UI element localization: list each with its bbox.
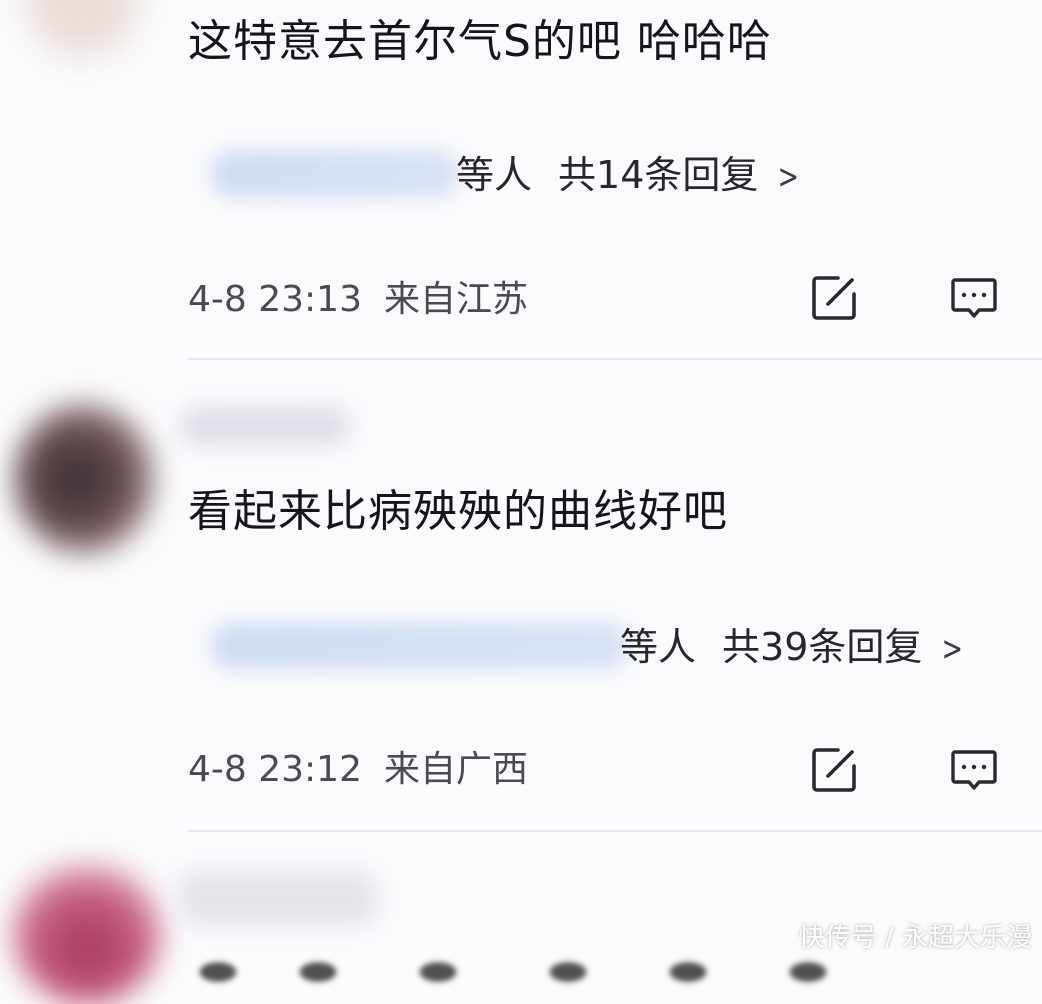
comment-text-cropped [188,942,848,982]
comment-meta: 4-8 23:13 来自江苏 [188,278,528,322]
edit-button[interactable] [808,272,860,324]
location: 来自广西 [384,749,529,790]
comment-button[interactable] [948,744,1000,796]
reply-suffix-label: 等人 [456,153,533,197]
reply-summary-text: 等人 共14条回复 > [456,152,803,200]
chevron-right-icon: > [777,157,800,197]
comment-icon [951,278,997,318]
edit-icon [812,276,856,320]
reply-summary[interactable]: 等人 共39条回复 > [200,618,1030,678]
comment-meta: 4-8 23:12 来自广西 [188,748,528,792]
edit-button[interactable] [808,744,860,796]
blurred-replier-names [210,150,460,198]
timestamp: 4-8 23:13 [188,279,362,320]
location: 来自江苏 [384,279,529,320]
reply-count: 共14条回复 [558,153,759,197]
comment-text: 这特意去首尔气S的吧 哈哈哈 [188,16,772,67]
comment-text: 看起来比病殃殃的曲线好吧 [188,486,728,537]
comment-item: 这特意去首尔气S的吧 哈哈哈 等人 共14条回复 > 4-8 23:13 来自江苏 [0,0,1042,360]
divider [188,830,1042,832]
blurred-username[interactable] [180,406,350,446]
edit-icon [812,748,856,792]
timestamp: 4-8 23:12 [188,749,362,790]
blurred-username[interactable] [178,870,378,926]
reply-suffix-label: 等人 [620,625,697,669]
divider [188,358,1042,360]
reply-summary-text: 等人 共39条回复 > [620,624,967,672]
avatar[interactable] [12,864,162,1004]
comment-item: 看起来比病殃殃的曲线好吧 等人 共39条回复 > 4-8 23:12 来自广西 [0,362,1042,832]
comment-button[interactable] [948,272,1000,324]
avatar[interactable] [14,404,154,554]
reply-count: 共39条回复 [722,625,923,669]
reply-summary[interactable]: 等人 共14条回复 > [200,146,900,206]
avatar[interactable] [22,0,142,60]
watermark: 快传号 / 永超大乐漫 [798,923,1032,953]
comment-feed: 这特意去首尔气S的吧 哈哈哈 等人 共14条回复 > 4-8 23:13 来自江苏 [0,0,1042,1004]
chevron-right-icon: > [941,629,964,669]
comment-icon [951,750,997,790]
blurred-replier-names [210,622,630,670]
